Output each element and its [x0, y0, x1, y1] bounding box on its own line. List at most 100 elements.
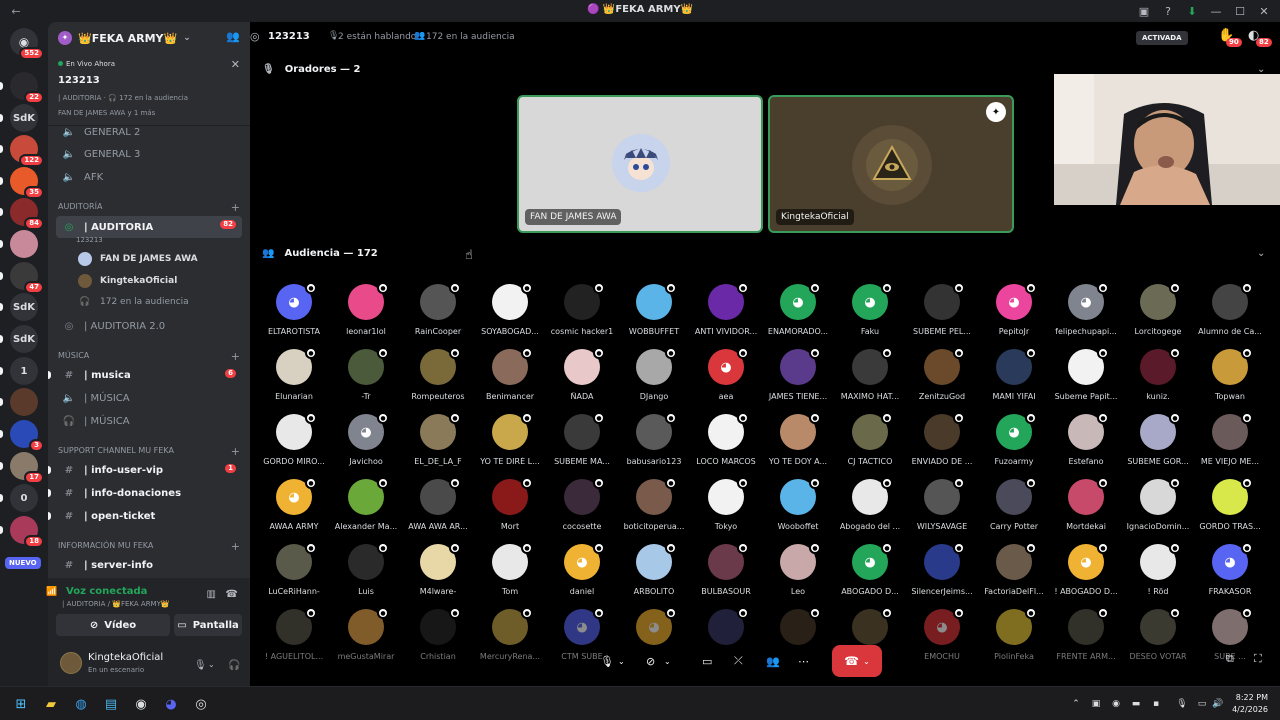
- help-icon[interactable]: ?: [1160, 2, 1176, 20]
- audience-member[interactable]: ● Carry Potter: [978, 476, 1050, 541]
- audience-member[interactable]: ● BULBASOUR: [690, 541, 762, 606]
- tray-volume-icon[interactable]: 🔊: [1212, 697, 1224, 711]
- audience-member[interactable]: ◕ ● Fuzoarmy: [978, 411, 1050, 476]
- mute-speaker-icon[interactable]: ⤫: [734, 649, 743, 673]
- audience-member[interactable]: ● DJango: [618, 346, 690, 411]
- channel-server-info[interactable]: # | server-info: [56, 555, 242, 575]
- audience-member[interactable]: ● Alumno de Ca...: [1194, 281, 1266, 346]
- tray-app-icon[interactable]: ▪: [1150, 697, 1162, 711]
- audience-member[interactable]: ● Luis: [330, 541, 402, 606]
- audience-member[interactable]: ● kuniz.: [1122, 346, 1194, 411]
- headphones-icon[interactable]: 🎧: [228, 660, 240, 671]
- audience-member[interactable]: ● boticitoperua...: [618, 476, 690, 541]
- audience-member[interactable]: ● LuCeRiHann-: [258, 541, 330, 606]
- audience-member[interactable]: ● SUBEME GOR...: [1122, 411, 1194, 476]
- audience-member[interactable]: ● MAXIMO HAT...: [834, 346, 906, 411]
- audience-member[interactable]: ● DESEO VOTAR: [1122, 606, 1194, 671]
- audience-member[interactable]: ● Benimancer: [474, 346, 546, 411]
- audience-member[interactable]: ● FactoriaDelFl...: [978, 541, 1050, 606]
- channel-afk[interactable]: 🔈 AFK: [56, 167, 242, 187]
- audience-member[interactable]: ● Wooboffet: [762, 476, 834, 541]
- audience-member[interactable]: ● ÑADA: [546, 346, 618, 411]
- audience-member[interactable]: ● M4lware-: [402, 541, 474, 606]
- add-channel-icon[interactable]: +: [231, 540, 240, 553]
- voice-user[interactable]: KingtekaOficial: [78, 272, 177, 290]
- webcam-preview[interactable]: [1054, 74, 1280, 205]
- audience-member[interactable]: ● YO TE DOY A...: [762, 411, 834, 476]
- disconnect-icon[interactable]: ☎: [226, 590, 238, 600]
- audience-member[interactable]: ● -Tr: [330, 346, 402, 411]
- chevron-down-icon[interactable]: ⌄: [208, 660, 215, 669]
- audience-count-row[interactable]: 🎧 172 en la audiencia: [78, 293, 188, 311]
- audience-member[interactable]: ◕ ● PepitoJr: [978, 281, 1050, 346]
- audience-member[interactable]: ◕ ● ELTAROTISTA: [258, 281, 330, 346]
- category-auditoria[interactable]: AUDITORÍA +: [58, 201, 242, 214]
- audience-member[interactable]: ● SilencerJeims...: [906, 541, 978, 606]
- channel-open-ticket[interactable]: # | open-ticket: [48, 506, 242, 526]
- channel-musica[interactable]: # | musica 6: [48, 365, 242, 385]
- audience-member[interactable]: ◕ ● daniel: [546, 541, 618, 606]
- audience-member[interactable]: ● ENVIADO DE ...: [906, 411, 978, 476]
- audience-member[interactable]: ◕ ● AWAA ARMY: [258, 476, 330, 541]
- audience-member[interactable]: ◕ ● ENAMORADO...: [762, 281, 834, 346]
- audience-member[interactable]: ● IgnacioDomin...: [1122, 476, 1194, 541]
- server-icon[interactable]: 3: [10, 420, 44, 452]
- channel-general-2[interactable]: 🔈 GENERAL 2: [56, 122, 242, 142]
- avatar[interactable]: [60, 652, 82, 674]
- server-icon[interactable]: 84: [10, 198, 44, 230]
- video-button[interactable]: ⊘ Vídeo: [56, 614, 170, 636]
- audience-member[interactable]: ● JAMES TIENE...: [762, 346, 834, 411]
- windows-start-icon[interactable]: ⊞: [12, 695, 30, 713]
- user-name[interactable]: KingtekaOficial: [88, 652, 163, 663]
- server-icon[interactable]: SdK: [10, 293, 38, 321]
- audience-member[interactable]: ● meGustaMirar: [330, 606, 402, 671]
- popout-icon[interactable]: ⧉: [1226, 652, 1234, 666]
- audience-header[interactable]: 👥 Audiencia — 172: [262, 248, 378, 259]
- audience-member[interactable]: ● Tokyo: [690, 476, 762, 541]
- audience-member[interactable]: ● GORDO MIRO...: [258, 411, 330, 476]
- maximize-icon[interactable]: ☐: [1232, 2, 1248, 20]
- audience-member[interactable]: ● GORDO TRAS...: [1194, 476, 1266, 541]
- download-icon[interactable]: ⬇: [1184, 2, 1200, 20]
- server-icon[interactable]: SdK: [10, 104, 38, 132]
- speaker-tile[interactable]: FAN DE JAMES AWA: [517, 95, 763, 233]
- audience-member[interactable]: ● SOYABOGAD...: [474, 281, 546, 346]
- audience-member[interactable]: ● Estefano: [1050, 411, 1122, 476]
- move-to-audience-icon[interactable]: 👥: [766, 649, 780, 673]
- audience-member[interactable]: ◕ ● FRAKASOR: [1194, 541, 1266, 606]
- audience-member[interactable]: ● Alexander Ma...: [330, 476, 402, 541]
- server-header[interactable]: ✦ 👑FEKA ARMY👑 ⌄ 👥: [48, 22, 250, 54]
- close-window-icon[interactable]: ✕: [1256, 2, 1272, 20]
- mic-icon[interactable]: 🎙: [194, 660, 207, 671]
- audience-member[interactable]: ● Tom: [474, 541, 546, 606]
- live-now-card[interactable]: En Vivo Ahora ✕ 123213 | AUDITORIA · 🎧 1…: [48, 54, 250, 126]
- screen-share-icon[interactable]: ▭: [702, 649, 712, 673]
- add-channel-icon[interactable]: +: [231, 350, 240, 363]
- activated-toggle[interactable]: ACTIVADA: [1136, 31, 1188, 45]
- server-icon[interactable]: [10, 230, 38, 258]
- tray-network-icon[interactable]: ▭: [1196, 697, 1208, 711]
- audience-member[interactable]: ● SUBEME MA...: [546, 411, 618, 476]
- audience-member[interactable]: ● LOCO MARCOS: [690, 411, 762, 476]
- tray-chevron-icon[interactable]: ⌃: [1070, 697, 1082, 711]
- category-musica[interactable]: MÚSICA +: [58, 350, 242, 363]
- discord-taskbar-icon[interactable]: ◕: [162, 695, 180, 713]
- video-off-icon[interactable]: ⊘: [646, 649, 655, 673]
- audience-member[interactable]: ● WILYSAVAGE: [906, 476, 978, 541]
- channel-general-3[interactable]: 🔈 GENERAL 3: [56, 144, 242, 164]
- category-info[interactable]: INFORMACIÓN MU FEKA +: [58, 540, 242, 553]
- audience-member[interactable]: ● CJ TACTICO: [834, 411, 906, 476]
- chevron-down-icon[interactable]: ⌄: [664, 649, 671, 673]
- server-icon[interactable]: 122: [10, 135, 44, 167]
- audience-member[interactable]: ● babusario123: [618, 411, 690, 476]
- speakers-header[interactable]: 🎙 Oradores — 2: [262, 64, 361, 75]
- audience-member[interactable]: ● Crhistian: [402, 606, 474, 671]
- server-icon[interactable]: 17: [10, 452, 44, 484]
- steam-icon[interactable]: ◉: [132, 695, 150, 713]
- server-icon[interactable]: 18: [10, 516, 44, 548]
- close-icon[interactable]: ✕: [231, 58, 240, 71]
- server-icon[interactable]: 35: [10, 167, 44, 199]
- home-button[interactable]: ◉ 552: [10, 28, 44, 60]
- audience-member[interactable]: ● ZenitzuGod: [906, 346, 978, 411]
- audience-member[interactable]: ● cocosette: [546, 476, 618, 541]
